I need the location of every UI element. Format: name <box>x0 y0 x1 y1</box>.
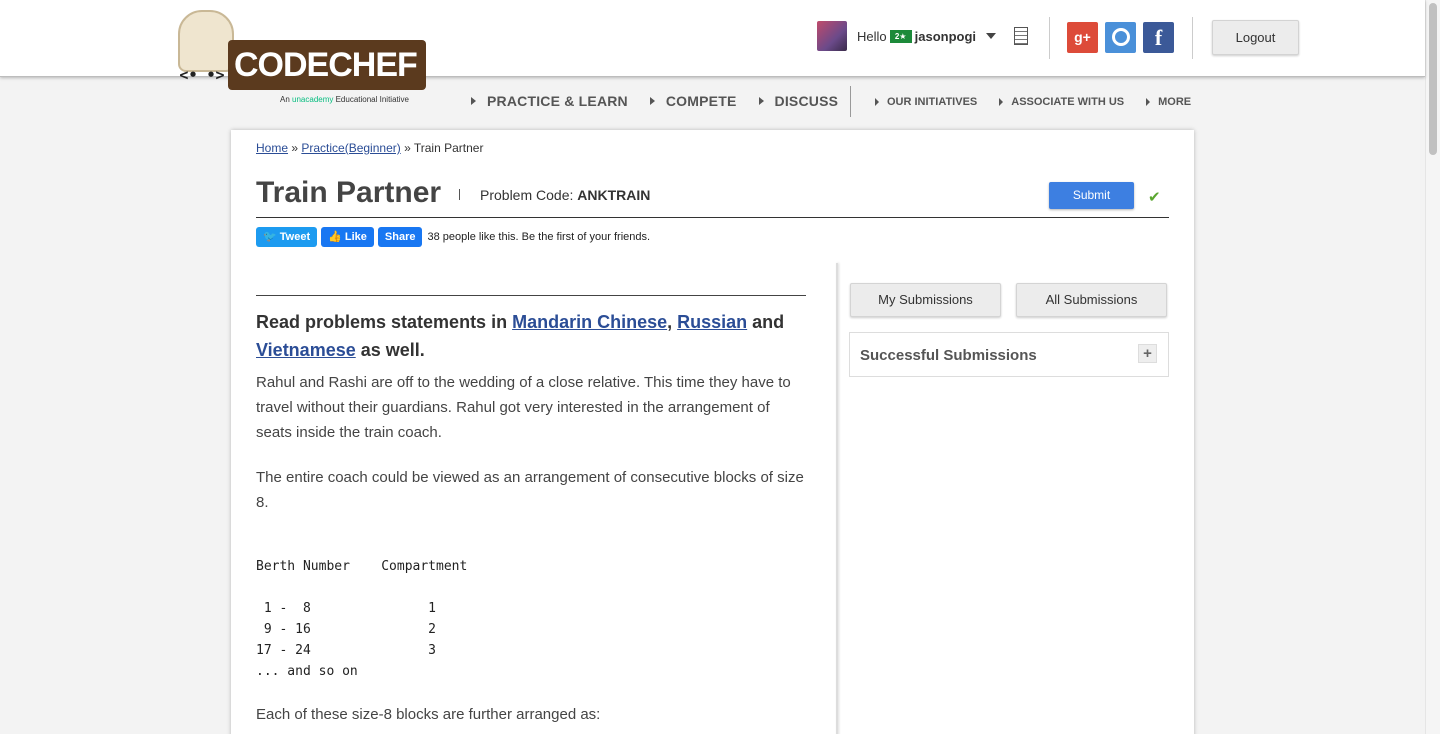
logo-tagline: An unacademy Educational Initiative <box>280 95 409 104</box>
successful-submissions-panel[interactable]: Successful Submissions + <box>849 332 1169 377</box>
logout-button[interactable]: Logout <box>1212 20 1299 55</box>
like-button[interactable]: 👍 Like <box>321 227 374 247</box>
berth-table: Berth Number Compartment 1 - 8 1 9 - 16 … <box>256 559 468 679</box>
my-submissions-button[interactable]: My Submissions <box>850 283 1001 317</box>
column-divider <box>836 263 838 734</box>
breadcrumb-practice-link[interactable]: Practice(Beginner) <box>301 141 400 155</box>
header-divider <box>1192 17 1193 59</box>
triangle-right-icon <box>875 98 879 106</box>
panel-title: Successful Submissions <box>860 347 1037 364</box>
triangle-right-icon <box>649 97 655 105</box>
all-submissions-button[interactable]: All Submissions <box>1016 283 1167 317</box>
chef-hat-icon <box>178 10 234 72</box>
nav-discuss[interactable]: DISCUSS <box>758 93 839 109</box>
lang-link-russian[interactable]: Russian <box>677 312 747 332</box>
facebook-icon[interactable]: f <box>1143 22 1174 53</box>
nav-divider <box>850 86 851 117</box>
statement-paragraph: Each of these size-8 blocks are further … <box>256 706 601 723</box>
nav-compete[interactable]: COMPETE <box>649 93 737 109</box>
avatar[interactable] <box>817 21 847 51</box>
page-title: Train Partner <box>256 176 442 209</box>
triangle-right-icon <box>1146 98 1151 106</box>
statement-paragraph: The entire coach could be viewed as an a… <box>256 469 804 511</box>
scrollbar[interactable] <box>1425 0 1440 734</box>
username[interactable]: jasonpogi <box>915 29 976 44</box>
nav-our-initiatives[interactable]: OUR INITIATIVES <box>875 96 977 108</box>
triangle-right-icon <box>471 97 476 105</box>
rating-star-badge: 2★ <box>889 29 912 43</box>
statement-rule <box>256 295 806 296</box>
user-greeting[interactable]: Hello 2★ jasonpogi <box>857 29 976 44</box>
tweet-button[interactable]: 🐦 Tweet <box>256 227 318 247</box>
nav-associate-with-us[interactable]: ASSOCIATE WITH US <box>999 96 1124 108</box>
chevron-down-icon[interactable] <box>986 33 997 39</box>
triangle-right-icon <box>999 98 1004 106</box>
statement-paragraph: Rahul and Rashi are off to the wedding o… <box>256 374 791 441</box>
breadcrumb: Home » Practice(Beginner) » Train Partne… <box>256 141 483 155</box>
secondary-nav: OUR INITIATIVES ASSOCIATE WITH US MORE <box>875 96 1213 108</box>
user-menu[interactable]: Hello 2★ jasonpogi <box>817 20 997 52</box>
problem-code: Problem Code: ANKTRAIN <box>480 187 651 203</box>
share-button[interactable]: Share <box>377 227 423 247</box>
submit-button[interactable]: Submit <box>1049 182 1134 209</box>
breadcrumb-separator: » <box>288 141 302 155</box>
expand-plus-icon[interactable]: + <box>1138 344 1157 363</box>
nav-more[interactable]: MORE <box>1146 96 1191 108</box>
title-divider <box>459 189 460 200</box>
nav-practice-learn[interactable]: PRACTICE & LEARN <box>471 93 628 109</box>
codechef-logo[interactable]: <• •> CODECHEF An unacademy Educational … <box>172 10 432 110</box>
title-rule <box>256 217 1169 218</box>
breadcrumb-home-link[interactable]: Home <box>256 141 288 155</box>
github-icon[interactable] <box>1105 22 1136 53</box>
like-count-text: 38 people like this. Be the first of you… <box>427 231 651 243</box>
language-links: Read problems statements in Mandarin Chi… <box>256 312 785 360</box>
lang-link-vietnamese[interactable]: Vietnamese <box>256 340 356 360</box>
solved-check-icon: ✔ <box>1148 189 1161 206</box>
share-bar: 🐦 Tweet 👍 Like Share 38 people like this… <box>256 227 650 247</box>
scrollbar-thumb[interactable] <box>1429 3 1437 155</box>
google-plus-icon[interactable]: g+ <box>1067 22 1098 53</box>
main-nav: PRACTICE & LEARN COMPETE DISCUSS <box>471 93 860 109</box>
triangle-right-icon <box>758 97 764 105</box>
problem-card: Home » Practice(Beginner) » Train Partne… <box>231 130 1194 734</box>
breadcrumb-separator: » <box>400 141 414 155</box>
header-divider <box>1049 17 1050 59</box>
greeting-text: Hello <box>857 28 887 44</box>
breadcrumb-current: Train Partner <box>413 141 484 155</box>
logo-wordmark: CODECHEF <box>228 40 426 90</box>
lang-link-mandarin[interactable]: Mandarin Chinese <box>512 312 667 332</box>
notes-icon[interactable] <box>1014 27 1028 45</box>
chef-face-icon: <• •> <box>179 66 225 84</box>
